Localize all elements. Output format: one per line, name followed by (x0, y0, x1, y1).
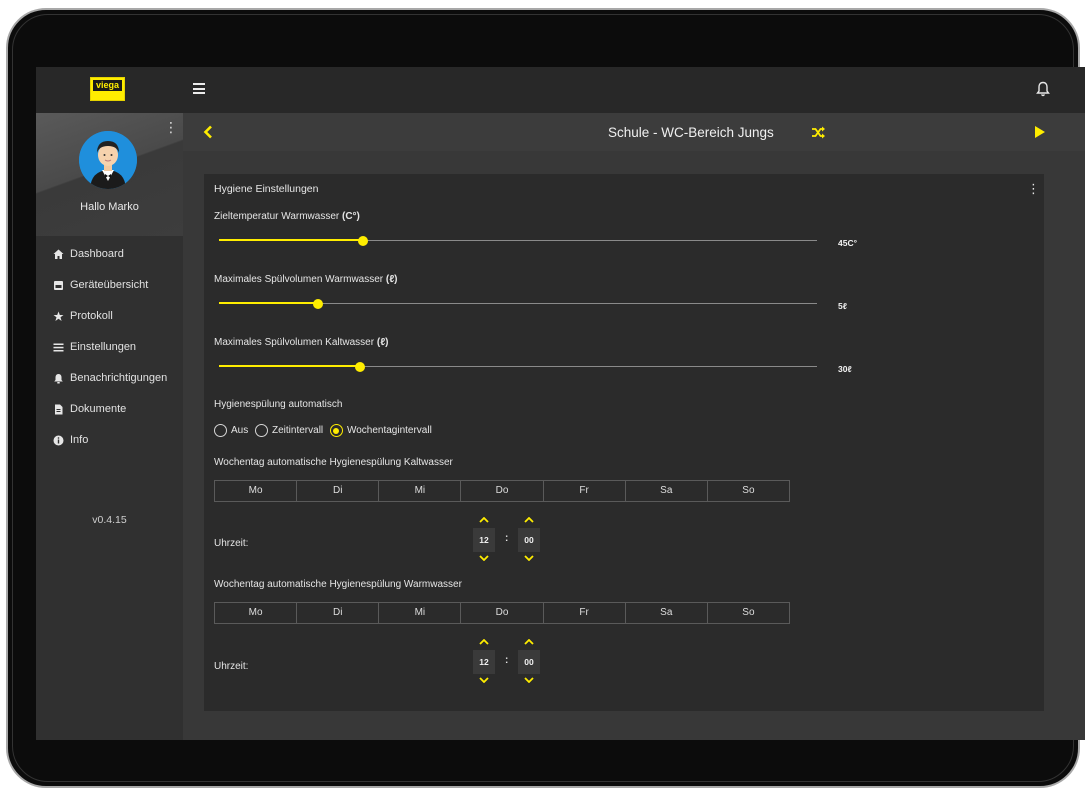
sidebar-item-documents[interactable]: Dokumente (36, 394, 183, 425)
chevron-up-icon[interactable] (479, 517, 489, 523)
cold-hour-input[interactable]: 12 (473, 528, 495, 552)
document-icon (55, 404, 63, 415)
slider-label-warm-temp: Zieltemperatur Warmwasser (C°) (214, 211, 360, 222)
warm-time-label: Uhrzeit: (214, 661, 249, 672)
sliders-icon (53, 343, 64, 352)
slider-thumb[interactable] (312, 299, 323, 309)
sidebar-item-label: Info (70, 434, 89, 446)
page-title: Schule - WC-Bereich Jungs (608, 125, 774, 140)
sidebar-nav: Dashboard Geräteübersicht Protokoll Eins… (36, 239, 183, 456)
notification-bell-icon[interactable] (1036, 81, 1050, 97)
cold-time-label: Uhrzeit: (214, 538, 249, 549)
info-icon (53, 435, 64, 446)
star-icon (53, 311, 64, 321)
sidebar-item-label: Dashboard (70, 248, 124, 260)
viega-logo[interactable]: viega (90, 77, 125, 101)
auto-flush-radio-group: Aus Zeitintervall Wochentagintervall (214, 424, 436, 439)
chevron-up-icon[interactable] (479, 639, 489, 645)
menu-icon[interactable] (193, 83, 205, 94)
auto-flush-label: Hygienespülung automatisch (214, 399, 343, 410)
warm-temperature-value: 45C° (838, 238, 857, 248)
day-so[interactable]: So (708, 603, 789, 623)
sidebar-item-settings[interactable]: Einstellungen (36, 332, 183, 363)
play-icon[interactable] (1034, 125, 1046, 139)
app-version: v0.4.15 (92, 514, 127, 526)
radio-wochentagintervall[interactable]: Wochentagintervall (329, 424, 432, 437)
sidebar-item-label: Dokumente (70, 403, 127, 415)
day-di[interactable]: Di (297, 481, 380, 501)
sidebar-item-label: Geräteübersicht (70, 279, 149, 291)
warm-weekday-selector: Mo Di Mi Do Fr Sa So (214, 602, 790, 624)
hygiene-settings-card: Hygiene Einstellungen ⋮ Zieltemperatur W… (204, 174, 1044, 711)
chevron-up-icon[interactable] (524, 517, 534, 523)
day-mo[interactable]: Mo (215, 603, 298, 623)
card-more-vertical-icon[interactable]: ⋮ (1027, 181, 1040, 197)
day-fr[interactable]: Fr (544, 603, 626, 623)
sidebar-item-protokoll[interactable]: Protokoll (36, 301, 183, 332)
chevron-down-icon[interactable] (479, 677, 489, 683)
logo-text: viega (93, 80, 122, 91)
warm-volume-value: 5ℓ (838, 301, 847, 311)
day-di[interactable]: Di (297, 603, 380, 623)
slider-label-cold-volume: Maximales Spülvolumen Kaltwasser (ℓ) (214, 337, 389, 348)
cold-weekday-label: Wochentag automatische Hygienespülung Ka… (214, 457, 453, 468)
sidebar-item-dashboard[interactable]: Dashboard (36, 239, 183, 270)
shuffle-icon[interactable] (811, 126, 826, 139)
sidebar-item-label: Einstellungen (70, 341, 137, 353)
time-separator: : (505, 655, 509, 666)
day-mi[interactable]: Mi (379, 603, 462, 623)
warm-temperature-slider[interactable] (219, 234, 817, 248)
slider-thumb[interactable] (357, 236, 368, 246)
slider-thumb[interactable] (355, 362, 366, 372)
day-do[interactable]: Do (461, 481, 544, 501)
slider-label-warm-volume: Maximales Spülvolumen Warmwasser (ℓ) (214, 274, 398, 285)
warm-minute-input[interactable]: 00 (518, 650, 540, 674)
sidebar-item-notifications[interactable]: Benachrichtigungen (36, 363, 183, 394)
warm-weekday-label: Wochentag automatische Hygienespülung Wa… (214, 579, 462, 590)
day-sa[interactable]: Sa (626, 481, 708, 501)
radio-aus[interactable]: Aus (214, 424, 248, 437)
chevron-left-icon[interactable] (203, 125, 213, 139)
greeting-text: Hallo Marko (80, 201, 139, 213)
day-mi[interactable]: Mi (379, 481, 462, 501)
chevron-down-icon[interactable] (479, 555, 489, 561)
main-content: Hygiene Einstellungen ⋮ Zieltemperatur W… (183, 151, 1085, 740)
warm-hour-input[interactable]: 12 (473, 650, 495, 674)
profile-panel: ⋮ Hallo Marko (36, 113, 183, 236)
home-icon (53, 249, 64, 259)
day-do[interactable]: Do (461, 603, 544, 623)
sidebar: ⋮ Hallo Marko Dashboard Geräteübersicht … (36, 113, 183, 740)
chevron-down-icon[interactable] (524, 677, 534, 683)
more-vertical-icon[interactable]: ⋮ (164, 120, 178, 134)
sidebar-item-info[interactable]: Info (36, 425, 183, 456)
sidebar-item-label: Benachrichtigungen (70, 372, 168, 384)
cold-weekday-selector: Mo Di Mi Do Fr Sa So (214, 480, 790, 502)
day-sa[interactable]: Sa (626, 603, 708, 623)
warm-volume-slider[interactable] (219, 297, 817, 311)
devices-icon (54, 281, 63, 290)
bell-icon (54, 374, 63, 384)
cold-volume-value: 30ℓ (838, 364, 852, 374)
day-mo[interactable]: Mo (215, 481, 298, 501)
user-avatar-icon (79, 131, 137, 189)
day-so[interactable]: So (708, 481, 789, 501)
cold-volume-slider[interactable] (219, 360, 817, 374)
app-screen: viega ⋮ Hallo Marko Dashboard Geräteüber… (36, 67, 1085, 740)
chevron-up-icon[interactable] (524, 639, 534, 645)
cold-minute-input[interactable]: 00 (518, 528, 540, 552)
avatar[interactable] (79, 131, 137, 189)
time-separator: : (505, 533, 509, 544)
top-bar: viega (36, 67, 1085, 113)
radio-zeitintervall[interactable]: Zeitintervall (255, 424, 323, 437)
sidebar-item-label: Protokoll (70, 310, 113, 322)
page-header: Schule - WC-Bereich Jungs (183, 113, 1085, 151)
sidebar-item-devices[interactable]: Geräteübersicht (36, 270, 183, 301)
chevron-down-icon[interactable] (524, 555, 534, 561)
day-fr[interactable]: Fr (544, 481, 626, 501)
card-title: Hygiene Einstellungen (214, 183, 319, 195)
